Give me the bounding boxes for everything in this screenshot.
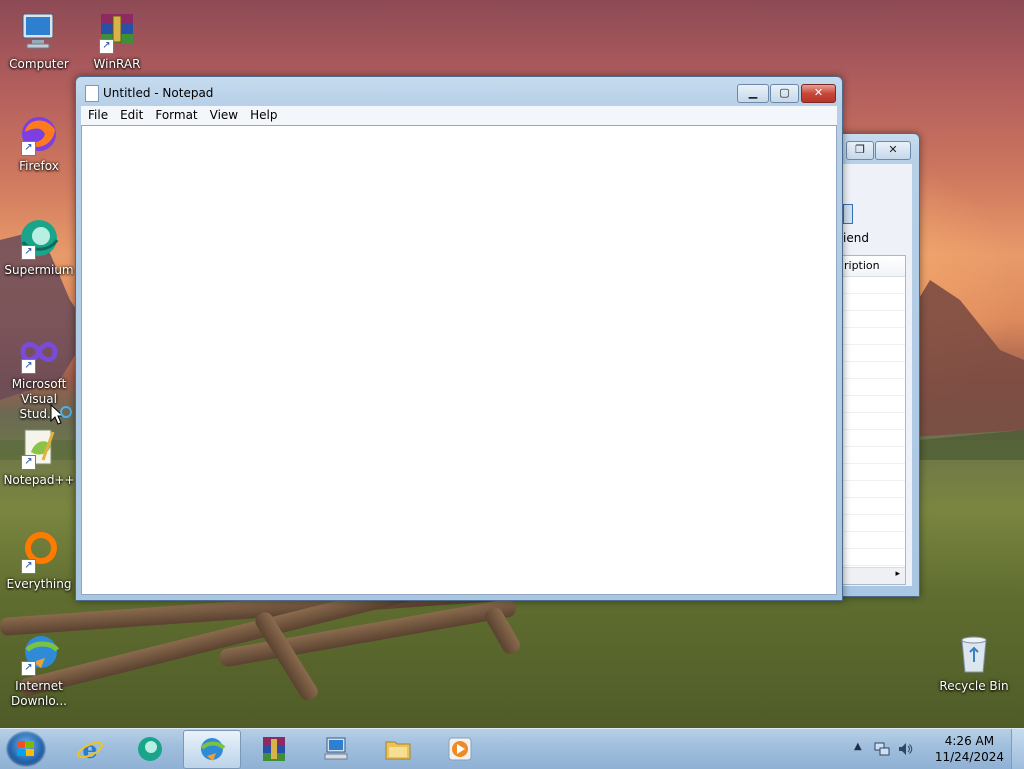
desktop-icon-label: Computer: [9, 57, 69, 71]
desktop-icon-label: WinRAR: [93, 57, 141, 71]
everything-icon: ↗: [17, 530, 61, 574]
system-tray: ▲ 4:26 AM 11/24/2024: [854, 729, 1024, 769]
desktop-icon-label: Recycle Bin: [939, 679, 1009, 693]
restore-button[interactable]: ❐: [846, 141, 874, 160]
svg-text:e: e: [82, 735, 97, 763]
desktop-icon-label: Everything: [6, 577, 72, 591]
network-icon[interactable]: [874, 741, 890, 757]
shortcut-arrow-icon: ↗: [21, 141, 36, 156]
toolbar-button-icon: [843, 204, 853, 224]
clock-date: 11/24/2024: [934, 750, 1004, 764]
network-computer-icon: [324, 737, 348, 760]
internet-download-manager-icon: [200, 738, 226, 761]
shortcut-arrow-icon: ↗: [21, 559, 36, 574]
notepad-plus-plus-icon: ↗: [17, 426, 61, 470]
supermium-icon: ↗: [17, 216, 61, 260]
desktop-icon-firefox[interactable]: ↗ Firefox: [1, 112, 77, 174]
close-icon: ✕: [813, 86, 824, 99]
close-button[interactable]: ✕: [801, 84, 836, 103]
computer-icon: [17, 10, 61, 54]
menu-file[interactable]: File: [83, 106, 113, 125]
desktop-icon-label: Internet Downlo...: [11, 679, 67, 708]
supermium-icon: [138, 737, 162, 761]
menu-edit[interactable]: Edit: [115, 106, 148, 125]
desktop-icon-label: Supermium: [4, 263, 74, 277]
internet-explorer-icon: e: [77, 735, 103, 763]
desktop-icon-label: Notepad++: [3, 473, 75, 487]
window-title: Untitled - Notepad: [103, 86, 214, 100]
show-desktop-button[interactable]: [1011, 729, 1024, 769]
shortcut-arrow-icon: ↗: [21, 661, 36, 676]
desktop: Computer ↗ WinRAR ↗ Firefox ↗ Supermium …: [0, 0, 1024, 728]
background-window-content: iend ription ▸: [837, 180, 912, 586]
shortcut-arrow-icon: ↗: [21, 359, 36, 374]
system-clock[interactable]: 4:26 AM 11/24/2024: [935, 733, 1004, 765]
minimize-icon: ▁: [748, 86, 758, 99]
menu-format[interactable]: Format: [150, 106, 202, 125]
internet-download-manager-icon: ↗: [17, 632, 61, 676]
column-header-description[interactable]: ription: [838, 256, 905, 277]
desktop-icon-label: Firefox: [19, 159, 59, 173]
menu-bar: File Edit Format View Help: [81, 106, 837, 126]
taskbar-item-internet-explorer[interactable]: e: [62, 730, 118, 767]
shortcut-arrow-icon: ↗: [21, 455, 36, 470]
menu-view[interactable]: View: [205, 106, 243, 125]
taskbar-item-winrar[interactable]: [246, 730, 302, 767]
background-window[interactable]: ❐ ✕ iend ription ▸: [836, 133, 920, 597]
media-player-icon: [448, 737, 472, 761]
desktop-icon-supermium[interactable]: ↗ Supermium: [1, 216, 77, 278]
list-rows: [838, 277, 905, 568]
start-button[interactable]: [6, 731, 46, 767]
shortcut-arrow-icon: ↗: [99, 39, 114, 54]
taskbar-item-media-player[interactable]: [432, 730, 488, 767]
visual-studio-icon: ↗: [17, 330, 61, 374]
show-hidden-icons-button[interactable]: ▲: [854, 741, 862, 752]
minimize-button[interactable]: ▁: [737, 84, 769, 103]
volume-icon[interactable]: [897, 741, 913, 757]
notepad-window[interactable]: Untitled - Notepad ▁ ▢ ✕ File Edit Format V…: [75, 76, 843, 601]
title-bar[interactable]: Untitled - Notepad ▁ ▢ ✕: [76, 77, 842, 107]
mouse-cursor: [50, 404, 72, 425]
desktop-icon-internet-download-manager[interactable]: ↗ Internet Downlo...: [1, 632, 77, 709]
horizontal-scrollbar[interactable]: ▸: [838, 567, 905, 584]
restore-icon: ❐: [855, 143, 865, 156]
file-explorer-icon: [385, 741, 411, 760]
desktop-icon-winrar[interactable]: ↗ WinRAR: [79, 10, 155, 72]
list-view: ription ▸: [837, 255, 906, 585]
menu-help[interactable]: Help: [245, 106, 282, 125]
taskbar-item-file-explorer[interactable]: [370, 730, 426, 767]
text-editor-area[interactable]: [81, 125, 837, 595]
desktop-icon-recycle-bin[interactable]: Recycle Bin: [936, 632, 1012, 694]
clock-time: 4:26 AM: [944, 734, 995, 748]
recycle-bin-icon: [952, 632, 996, 676]
taskbar-item-network-computer[interactable]: [308, 730, 364, 767]
windows-logo-icon: [17, 741, 34, 756]
winrar-icon: ↗: [95, 10, 139, 54]
firefox-icon: ↗: [17, 112, 61, 156]
close-button[interactable]: ✕: [875, 141, 911, 160]
winrar-icon: [263, 737, 285, 761]
scroll-right-icon[interactable]: ▸: [895, 569, 900, 579]
desktop-icon-notepad-plus-plus[interactable]: ↗ Notepad++: [1, 426, 77, 488]
desktop-icon-computer[interactable]: Computer: [1, 10, 77, 72]
notepad-icon: [85, 85, 99, 102]
close-icon: ✕: [888, 143, 898, 156]
toolbar-button-label: iend: [843, 231, 869, 245]
taskbar-item-internet-download-manager[interactable]: [183, 730, 241, 769]
maximize-icon: ▢: [779, 86, 790, 99]
taskbar-item-supermium[interactable]: [122, 730, 178, 767]
background-window-toolbar: [837, 164, 912, 180]
maximize-button[interactable]: ▢: [770, 84, 799, 103]
taskbar: e ▲ 4:26 AM 11/24/2024: [0, 728, 1024, 769]
desktop-icon-everything[interactable]: ↗ Everything: [1, 530, 77, 592]
shortcut-arrow-icon: ↗: [21, 245, 36, 260]
